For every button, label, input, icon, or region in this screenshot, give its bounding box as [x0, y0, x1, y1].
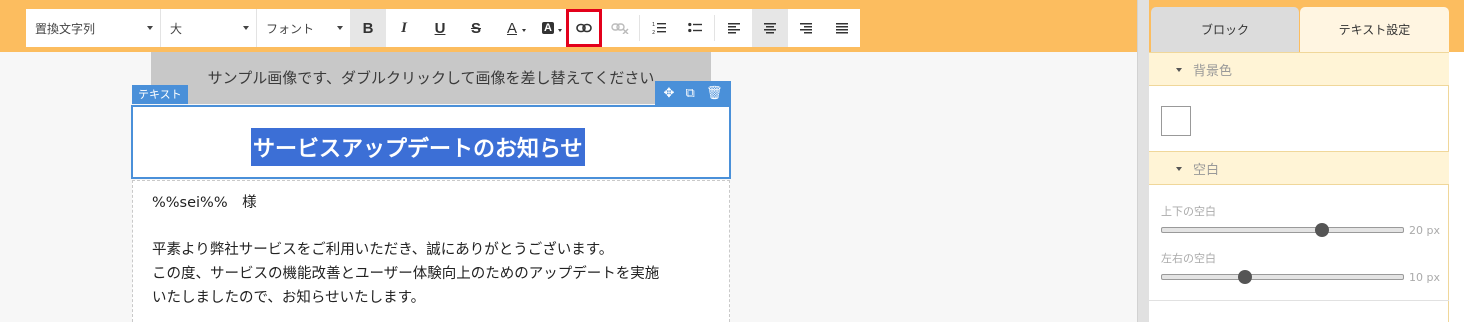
chevron-down-icon [243, 26, 249, 30]
font-family-select-value: フォント [266, 21, 315, 36]
selected-title-text[interactable]: サービスアップデートのお知らせ [251, 128, 585, 166]
toolbar-divider [714, 15, 715, 41]
bold-icon: B [362, 19, 374, 37]
background-color-button[interactable]: A [530, 9, 566, 47]
image-placeholder-text: サンプル画像です、ダブルクリックして画像を差し替えてください [207, 69, 655, 87]
font-color-icon: A [506, 19, 517, 37]
underline-icon: U [434, 19, 446, 37]
remove-link-button[interactable] [602, 9, 638, 47]
vertical-spacing-slider[interactable] [1161, 223, 1404, 237]
move-icon[interactable]: ✥ [664, 87, 675, 100]
align-left-button[interactable] [716, 9, 752, 47]
image-block[interactable]: サンプル画像です、ダブルクリックして画像を差し替えてください [151, 52, 711, 104]
section-label: 背景色 [1193, 63, 1233, 79]
align-center-button[interactable] [752, 9, 788, 47]
title-text-block[interactable]: サービスアップデートのお知らせ [131, 105, 731, 179]
underline-button[interactable]: U [422, 9, 458, 47]
tab-block[interactable]: ブロック [1151, 7, 1299, 52]
format-toolbar: 置換文字列 大 フォント B I U S A A 1 2 [26, 9, 860, 47]
strikethrough-button[interactable]: S [458, 9, 494, 47]
spacing-section-header[interactable]: 空白 [1149, 151, 1449, 185]
toolbar-divider [639, 15, 640, 41]
background-color-section-header[interactable]: 背景色 [1149, 52, 1449, 86]
panel-divider [1149, 300, 1449, 301]
bullet-list-icon [688, 22, 702, 33]
placeholder-select[interactable]: 置換文字列 [26, 9, 161, 47]
align-right-icon [800, 23, 812, 34]
horizontal-spacing-slider[interactable] [1161, 270, 1404, 284]
link-icon [576, 23, 592, 33]
trash-icon[interactable]: 🗑 [706, 87, 723, 100]
italic-button[interactable]: I [386, 9, 422, 47]
vertical-spacing-label: 上下の空白 [1161, 205, 1216, 218]
body-line: いたしましたので、お知らせいたします。 [152, 290, 426, 306]
unlink-icon [611, 23, 629, 34]
ordered-list-icon: 1 2 [652, 22, 666, 35]
font-family-select[interactable]: フォント [257, 9, 350, 47]
tab-label: テキスト設定 [1338, 23, 1411, 37]
body-text-block[interactable]: %%sei%% 様 平素より弊社サービスをご利用いただき、誠にありがとうございま… [132, 180, 730, 322]
copy-icon[interactable]: ⧉ [686, 87, 695, 100]
svg-text:2: 2 [652, 30, 655, 35]
text-block-badge: テキスト [132, 85, 188, 104]
size-select[interactable]: 大 [161, 9, 257, 47]
font-color-button[interactable]: A [494, 9, 530, 47]
tab-text-settings[interactable]: テキスト設定 [1300, 7, 1449, 52]
section-label: 空白 [1193, 162, 1220, 178]
greeting-text: %%sei%% 様 [152, 195, 257, 211]
align-left-icon [728, 23, 740, 34]
align-justify-icon [836, 23, 848, 34]
chevron-down-icon [147, 26, 153, 30]
align-justify-button[interactable] [824, 9, 860, 47]
bullet-list-button[interactable] [677, 9, 713, 47]
align-right-button[interactable] [788, 9, 824, 47]
placeholder-select-value: 置換文字列 [35, 21, 96, 36]
horizontal-spacing-label: 左右の空白 [1161, 252, 1216, 265]
background-color-swatch[interactable] [1161, 106, 1191, 136]
panel-edge [1448, 52, 1449, 322]
ordered-list-button[interactable]: 1 2 [641, 9, 677, 47]
block-controls: ✥ ⧉ 🗑 [655, 81, 731, 105]
background-color-icon: A [542, 22, 554, 34]
svg-text:1: 1 [652, 22, 655, 28]
slider-handle[interactable] [1237, 270, 1252, 284]
body-line: この度、サービスの機能改善とユーザー体験向上のためのアップデートを実施 [152, 266, 660, 282]
bold-button[interactable]: B [350, 9, 386, 47]
italic-icon: I [401, 19, 407, 36]
horizontal-spacing-value: 10 px [1409, 271, 1440, 284]
strikethrough-icon: S [470, 19, 481, 37]
chevron-down-icon [558, 29, 562, 32]
caret-down-icon [1176, 68, 1182, 72]
panel-resize-handle[interactable] [1137, 0, 1149, 322]
body-line: 平素より弊社サービスをご利用いただき、誠にありがとうございます。 [152, 242, 614, 258]
tab-label: ブロック [1200, 23, 1249, 37]
slider-handle[interactable] [1315, 223, 1330, 237]
chevron-down-icon [522, 29, 526, 32]
settings-panel: ブロック テキスト設定 背景色 空白 上下の空白 20 px 左右の空白 10 … [1149, 0, 1464, 322]
vertical-spacing-value: 20 px [1409, 224, 1440, 237]
chevron-down-icon [337, 26, 343, 30]
size-select-value: 大 [170, 21, 183, 36]
insert-link-button[interactable] [566, 9, 602, 47]
align-center-icon [764, 23, 776, 34]
caret-down-icon [1176, 167, 1182, 171]
